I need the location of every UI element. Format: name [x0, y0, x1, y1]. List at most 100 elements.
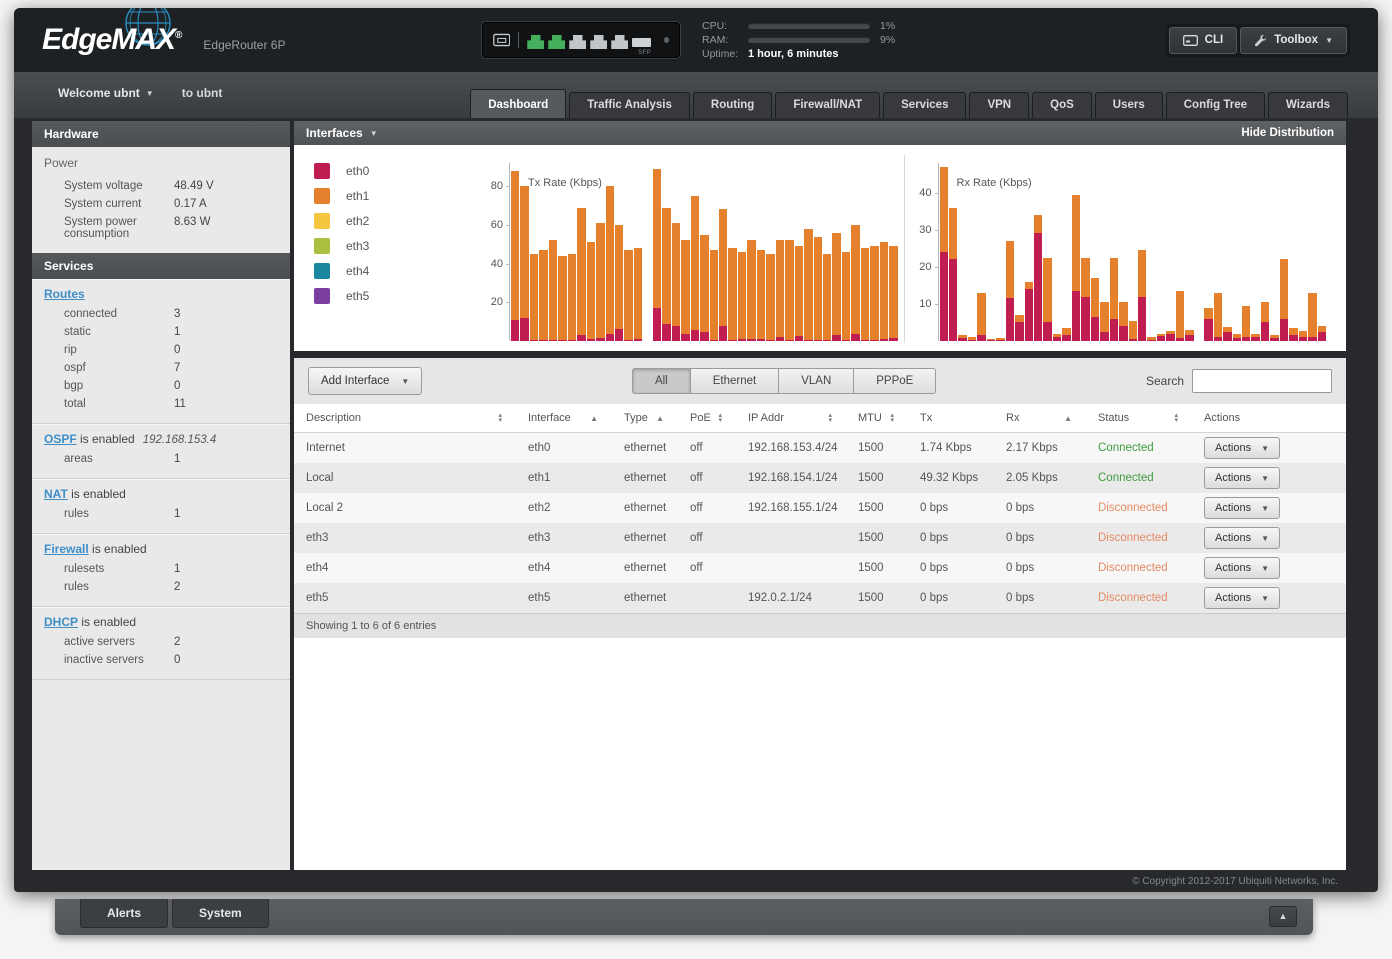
- tab-routing[interactable]: Routing: [693, 92, 772, 118]
- add-interface-button[interactable]: Add Interface ▼: [308, 367, 422, 395]
- service-row-value: 1: [174, 453, 278, 465]
- bar-segment-eth1: [1081, 258, 1089, 297]
- table-row: eth5eth5ethernet192.0.2.1/2415000 bps0 b…: [294, 583, 1346, 613]
- bottom-tab-system[interactable]: System: [172, 899, 269, 928]
- bar-segment-eth0: [520, 318, 528, 341]
- bar-segment-eth1: [719, 209, 727, 325]
- cpu-label: CPU:: [702, 20, 748, 32]
- tab-services[interactable]: Services: [883, 92, 966, 118]
- cli-button[interactable]: CLI: [1169, 27, 1238, 54]
- chart-bar: [681, 163, 689, 341]
- bar-segment-eth1: [624, 250, 632, 340]
- service-row-value: 1: [174, 508, 278, 520]
- enabled-text: is enabled: [89, 542, 147, 556]
- tab-qos[interactable]: QoS: [1032, 92, 1092, 118]
- column-header-type[interactable]: Type▲: [612, 404, 678, 432]
- column-header-poe[interactable]: PoE▴▾: [678, 404, 736, 432]
- chevron-down-icon[interactable]: ▼: [146, 89, 154, 98]
- hide-distribution-link[interactable]: Hide Distribution: [1241, 127, 1334, 139]
- table-header-row: Description▴▾Interface▲Type▲PoE▴▾IP Addr…: [294, 404, 1346, 433]
- firewall-link[interactable]: Firewall: [44, 542, 89, 556]
- chart-bar: [1147, 163, 1155, 341]
- actions-label: Actions: [1215, 502, 1251, 514]
- bar-segment-eth1: [530, 254, 538, 340]
- toolbox-button[interactable]: Toolbox ▼: [1240, 27, 1347, 54]
- column-header-interface[interactable]: Interface▲: [516, 404, 612, 432]
- tab-users[interactable]: Users: [1095, 92, 1163, 118]
- dhcp-link[interactable]: DHCP: [44, 615, 78, 629]
- legend-label: eth1: [346, 189, 369, 203]
- search-input[interactable]: [1192, 369, 1332, 393]
- chart-bar: [719, 163, 727, 341]
- tab-config-tree[interactable]: Config Tree: [1166, 92, 1265, 118]
- filter-all[interactable]: All: [632, 368, 691, 394]
- actions-button[interactable]: Actions▼: [1204, 437, 1280, 459]
- search-area: Search: [1146, 369, 1332, 393]
- logo-area: EdgeMAX® EdgeRouter 6P: [42, 23, 482, 57]
- bar-segment-eth1: [615, 225, 623, 329]
- hardware-row-value: 0.17 A: [174, 198, 278, 210]
- welcome-user-menu[interactable]: Welcome ubnt: [58, 86, 140, 100]
- interface-type-filter: AllEthernetVLANPPPoE: [632, 368, 936, 394]
- tab-dashboard[interactable]: Dashboard: [470, 89, 566, 118]
- filter-pppoe[interactable]: PPPoE: [854, 368, 936, 394]
- filter-vlan[interactable]: VLAN: [779, 368, 854, 394]
- nat-link[interactable]: NAT: [44, 487, 68, 501]
- actions-button[interactable]: Actions▼: [1204, 587, 1280, 609]
- tab-vpn[interactable]: VPN: [969, 92, 1029, 118]
- actions-button[interactable]: Actions▼: [1204, 527, 1280, 549]
- tab-traffic-analysis[interactable]: Traffic Analysis: [569, 92, 690, 118]
- collapse-panel-button[interactable]: ▲: [1269, 906, 1297, 927]
- interfaces-title-dropdown[interactable]: Interfaces ▼: [306, 126, 378, 140]
- port-eth5: SFP: [632, 31, 651, 49]
- chart-bar: [662, 163, 670, 341]
- actions-button[interactable]: Actions▼: [1204, 497, 1280, 519]
- column-header-status[interactable]: Status▴▾: [1086, 404, 1192, 432]
- bottom-tab-alerts[interactable]: Alerts: [80, 899, 168, 928]
- cell-description: Local 2: [294, 502, 516, 514]
- status-badge: Disconnected: [1086, 502, 1192, 514]
- bar-segment-eth0: [1214, 337, 1222, 341]
- tab-firewall-nat[interactable]: Firewall/NAT: [775, 92, 880, 118]
- ospf-link[interactable]: OSPF: [44, 432, 77, 446]
- actions-label: Actions: [1215, 442, 1251, 454]
- cell-mtu: 1500: [846, 562, 908, 574]
- column-header-mtu[interactable]: MTU▴▾: [846, 404, 908, 432]
- bar-segment-eth1: [1299, 331, 1307, 338]
- service-section-title: DHCP is enabled: [44, 615, 278, 629]
- y-tick-label: 40: [491, 258, 503, 270]
- search-label: Search: [1146, 374, 1184, 388]
- chart-bar: [539, 163, 547, 341]
- tab-wizards[interactable]: Wizards: [1268, 92, 1348, 118]
- service-section-title: Firewall is enabled: [44, 542, 278, 556]
- column-header-rx[interactable]: Rx▲: [994, 404, 1086, 432]
- copyright-text: © Copyright 2012-2017 Ubiquiti Networks,…: [1132, 876, 1338, 887]
- bar-segment-eth1: [1176, 291, 1184, 338]
- sfp-label: SFP: [638, 50, 651, 56]
- bar-segment-eth0: [1043, 322, 1051, 341]
- chart-bar: [1129, 163, 1137, 341]
- cell-rx: 2.17 Kbps: [994, 442, 1086, 454]
- y-tick-label: 10: [919, 298, 931, 310]
- service-section-routes: Routesconnected3static1rip0ospf7bgp0tota…: [32, 279, 290, 424]
- bar-segment-eth0: [977, 335, 985, 341]
- routes-link[interactable]: Routes: [44, 287, 85, 301]
- bar-segment-eth0: [1091, 317, 1099, 341]
- chevron-down-icon: ▼: [1261, 474, 1269, 483]
- status-badge: Connected: [1086, 472, 1192, 484]
- column-header-ip-addr[interactable]: IP Addr▴▾: [736, 404, 846, 432]
- actions-button[interactable]: Actions▼: [1204, 557, 1280, 579]
- service-section-ospf: OSPF is enabled192.168.153.4areas1: [32, 424, 290, 479]
- bar-segment-eth0: [1185, 335, 1193, 341]
- chart-bar: [1270, 163, 1278, 341]
- chart-bar: [1204, 163, 1212, 341]
- service-row-value: 0: [174, 380, 278, 392]
- filter-ethernet[interactable]: Ethernet: [691, 368, 779, 394]
- rx-bars: [940, 163, 1327, 341]
- navbar: Welcome ubnt ▼ to ubnt DashboardTraffic …: [14, 72, 1378, 118]
- column-header-description[interactable]: Description▴▾: [294, 404, 516, 432]
- legend-label: eth5: [346, 289, 369, 303]
- actions-button[interactable]: Actions▼: [1204, 467, 1280, 489]
- bar-segment-eth0: [747, 339, 755, 341]
- cell-tx: 0 bps: [908, 502, 994, 514]
